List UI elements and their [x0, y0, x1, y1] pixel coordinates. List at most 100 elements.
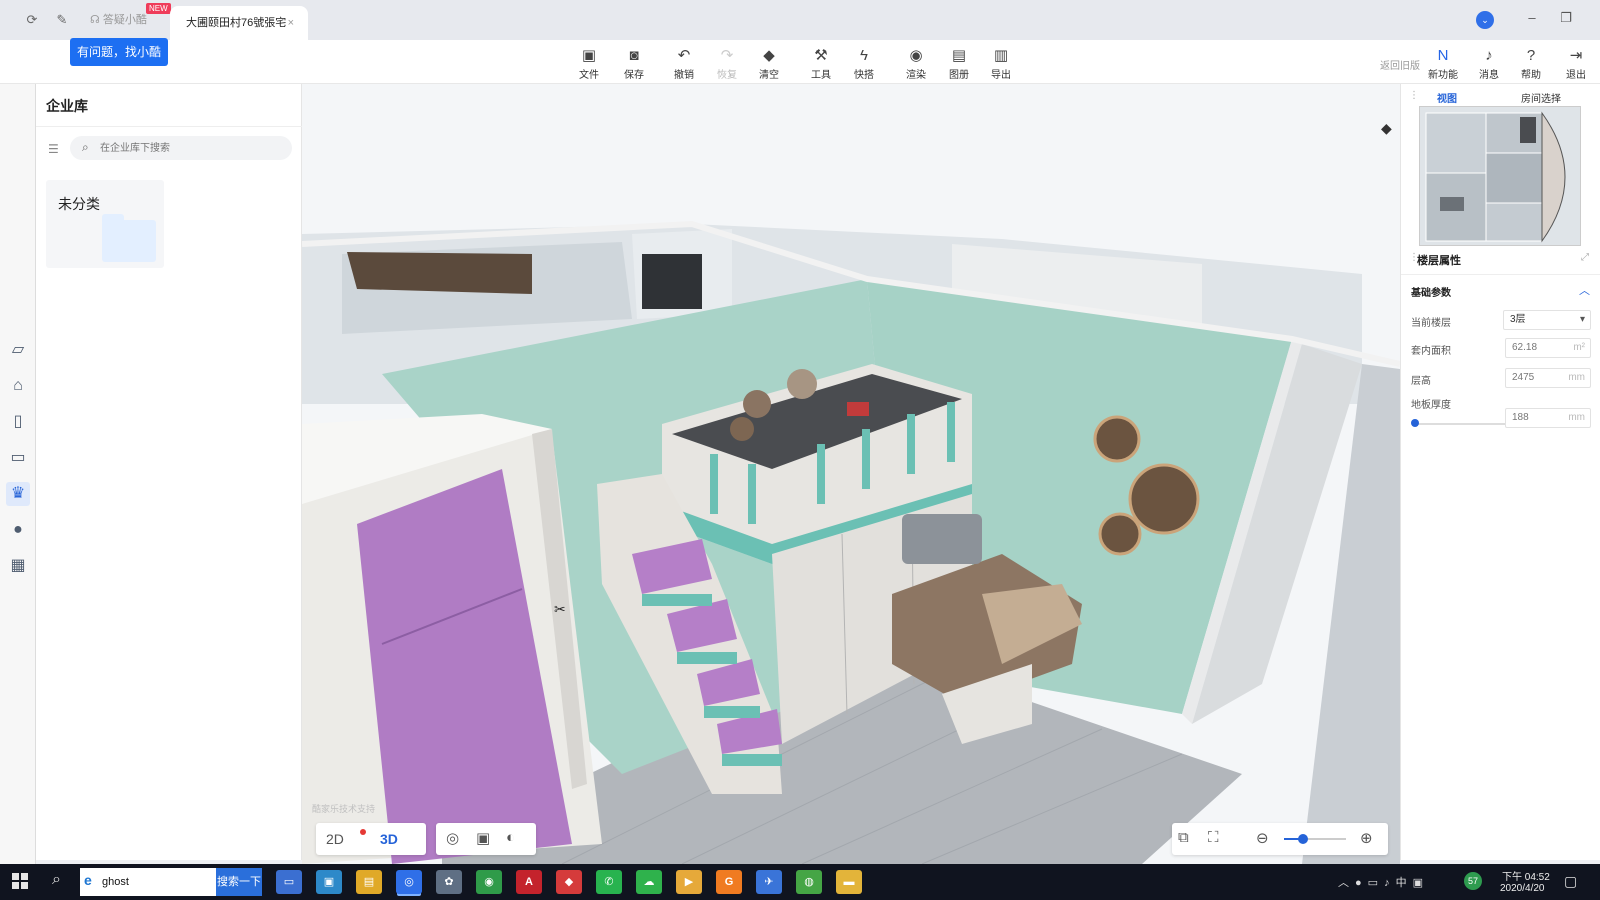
- floorplan-minimap[interactable]: [1419, 106, 1581, 246]
- clock-time[interactable]: 下午 04:52: [1502, 868, 1550, 883]
- assistant-tab[interactable]: ☊ 答疑小酷 NEW: [86, 0, 171, 40]
- drag-handle-icon[interactable]: ⋮: [1409, 90, 1419, 101]
- app-video-icon[interactable]: ▶: [676, 870, 702, 894]
- app-whatsapp-icon[interactable]: ✆: [596, 870, 622, 894]
- expand-icon[interactable]: ⤢: [1581, 252, 1589, 263]
- tray-badge[interactable]: 57: [1464, 872, 1482, 890]
- floor-thickness-slider-handle[interactable]: [1411, 419, 1419, 427]
- chevron-up-icon[interactable]: ︿: [1579, 282, 1590, 298]
- help-button[interactable]: ? 帮助: [1514, 48, 1548, 82]
- messages-button[interactable]: ♪ 消息: [1472, 48, 1506, 82]
- cabinet-icon[interactable]: ▦: [6, 554, 30, 578]
- main-toolbar: [0, 40, 1600, 84]
- system-tray[interactable]: ︿●▭♪中▣: [1338, 874, 1429, 890]
- collapse-down-icon[interactable]: ⌄: [1476, 11, 1494, 29]
- wrench-icon: ⚒: [814, 47, 828, 64]
- album-button[interactable]: ▤ 图册: [942, 48, 976, 82]
- house-icon[interactable]: ⌂: [6, 374, 30, 398]
- file-button[interactable]: ▣ 文件: [572, 48, 606, 82]
- search-icon[interactable]: ⌕: [52, 871, 61, 889]
- 3d-viewport[interactable]: ✂: [302, 84, 1400, 864]
- keyboard-icon[interactable]: ▣: [1413, 877, 1429, 889]
- zoom-slider-handle[interactable]: [1298, 834, 1308, 844]
- zoom-out-icon[interactable]: ⊖: [1256, 829, 1269, 847]
- eye-icon[interactable]: ◎: [446, 829, 459, 847]
- refresh-icon[interactable]: ⟳: [22, 10, 42, 30]
- redo-button[interactable]: ↷ 恢复: [710, 48, 744, 82]
- screenshot-camera-icon[interactable]: ⧉: [1178, 829, 1189, 846]
- 3d-room-scene: ✂: [302, 84, 1400, 864]
- app-bird-icon[interactable]: ✈: [756, 870, 782, 894]
- app-computer-icon[interactable]: ▭: [276, 870, 302, 894]
- properties-panel: ⋮ 视图 房间选择 ◆ ⋮ 楼层属性 ⤢ 基础参数 ︿ 当前楼层 3层 ▾ 套内…: [1381, 84, 1600, 860]
- app-wechat-icon[interactable]: ☁: [636, 870, 662, 894]
- 3d-view-button[interactable]: 3D: [380, 831, 398, 847]
- library-search-input[interactable]: [70, 136, 292, 160]
- project-tab[interactable]: 大圃颐田村76號張宅 ×: [170, 6, 308, 40]
- undo-label: 撤销: [674, 70, 694, 81]
- lightning-icon: ϟ: [860, 47, 868, 64]
- tools-button[interactable]: ⚒ 工具: [804, 47, 838, 82]
- clock-date[interactable]: 2020/4/20: [1500, 883, 1545, 894]
- tab-room-select[interactable]: 房间选择: [1521, 90, 1561, 105]
- render-button[interactable]: ◉ 渲染: [899, 48, 933, 82]
- furniture-icon[interactable]: ▭: [6, 446, 30, 470]
- app-files-icon[interactable]: ▤: [356, 870, 382, 894]
- network-icon[interactable]: ▭: [1368, 877, 1384, 889]
- album-label: 图册: [949, 70, 969, 81]
- 2d-view-button[interactable]: 2D: [326, 831, 344, 847]
- library-title: 企业库: [46, 98, 88, 114]
- cube-icon[interactable]: ▣: [476, 829, 490, 847]
- app-g-icon[interactable]: G: [716, 870, 742, 894]
- app-chrome-icon[interactable]: ◉: [476, 870, 502, 894]
- notification-center-icon[interactable]: ▢: [1564, 873, 1577, 890]
- undo-button[interactable]: ↶ 撤销: [667, 48, 701, 82]
- tab-view[interactable]: 视图: [1437, 90, 1457, 105]
- app-explorer-icon[interactable]: ▬: [836, 870, 862, 894]
- door-icon[interactable]: ▯: [6, 410, 30, 434]
- user-icon[interactable]: ●: [6, 518, 30, 542]
- app-sketchup-icon[interactable]: ◆: [556, 870, 582, 894]
- exit-button[interactable]: ⇥ 退出: [1559, 48, 1593, 82]
- taskbar-search-box[interactable]: ghost: [80, 868, 216, 896]
- close-tab-icon[interactable]: ×: [288, 6, 294, 40]
- divider: [1401, 274, 1600, 275]
- current-floor-select[interactable]: 3层 ▾: [1503, 310, 1591, 330]
- back-to-old-version-link[interactable]: 返回旧版: [1380, 57, 1420, 72]
- pin-icon[interactable]: ✎: [52, 10, 72, 30]
- app-monitor-icon[interactable]: ▣: [316, 870, 342, 894]
- tray-arrow-icon[interactable]: ︿: [1338, 877, 1355, 889]
- ime-indicator[interactable]: 中: [1396, 877, 1413, 889]
- app-paint-icon[interactable]: ✿: [436, 870, 462, 894]
- app-autocad-icon[interactable]: A: [516, 870, 542, 894]
- new-features-button[interactable]: N 新功能: [1426, 48, 1460, 82]
- volume-icon[interactable]: ♪: [1384, 877, 1396, 889]
- category-card-uncategorized[interactable]: 未分类: [46, 180, 164, 268]
- app-green-icon[interactable]: ◍: [796, 870, 822, 894]
- list-icon[interactable]: ☰: [48, 142, 59, 156]
- fit-screen-icon[interactable]: ⛶: [1208, 829, 1219, 846]
- enterprise-crown-icon[interactable]: ♛: [6, 482, 30, 506]
- enterprise-library-panel: 企业库 ☰ ⌕ 未分类: [36, 84, 302, 860]
- floor-thickness-field[interactable]: 188 mm: [1505, 408, 1591, 428]
- help-tooltip[interactable]: 有问题，找小酷: [70, 38, 169, 66]
- export-button[interactable]: ▥ 导出: [984, 48, 1018, 82]
- taskbar-search-button[interactable]: 搜索一下: [216, 868, 262, 896]
- notification-dot: [360, 829, 366, 835]
- floor-thickness-slider[interactable]: [1413, 423, 1509, 425]
- clear-button[interactable]: ◆ 清空: [752, 48, 786, 82]
- inner-area-field[interactable]: 62.18 m²: [1505, 338, 1591, 358]
- zoom-in-icon[interactable]: ⊕: [1360, 829, 1373, 847]
- floor-height-field[interactable]: 2475 mm: [1505, 368, 1591, 388]
- restore-icon[interactable]: ❐: [1556, 10, 1576, 26]
- quick-build-button[interactable]: ϟ 快搭: [847, 47, 881, 82]
- left-tool-strip: ▱ ⌂ ▯ ▭ ♛ ● ▦: [0, 84, 36, 864]
- minimize-icon[interactable]: –: [1522, 10, 1542, 25]
- room-icon[interactable]: ▱: [6, 338, 30, 362]
- inner-area-unit: m²: [1573, 342, 1585, 353]
- compass-icon[interactable]: ◐: [506, 829, 515, 846]
- windows-start-icon[interactable]: [12, 873, 28, 889]
- save-button[interactable]: ◙ 保存: [617, 48, 651, 82]
- app-kujiale-icon[interactable]: ◎: [396, 870, 422, 894]
- tray-app-icon[interactable]: ●: [1355, 877, 1368, 889]
